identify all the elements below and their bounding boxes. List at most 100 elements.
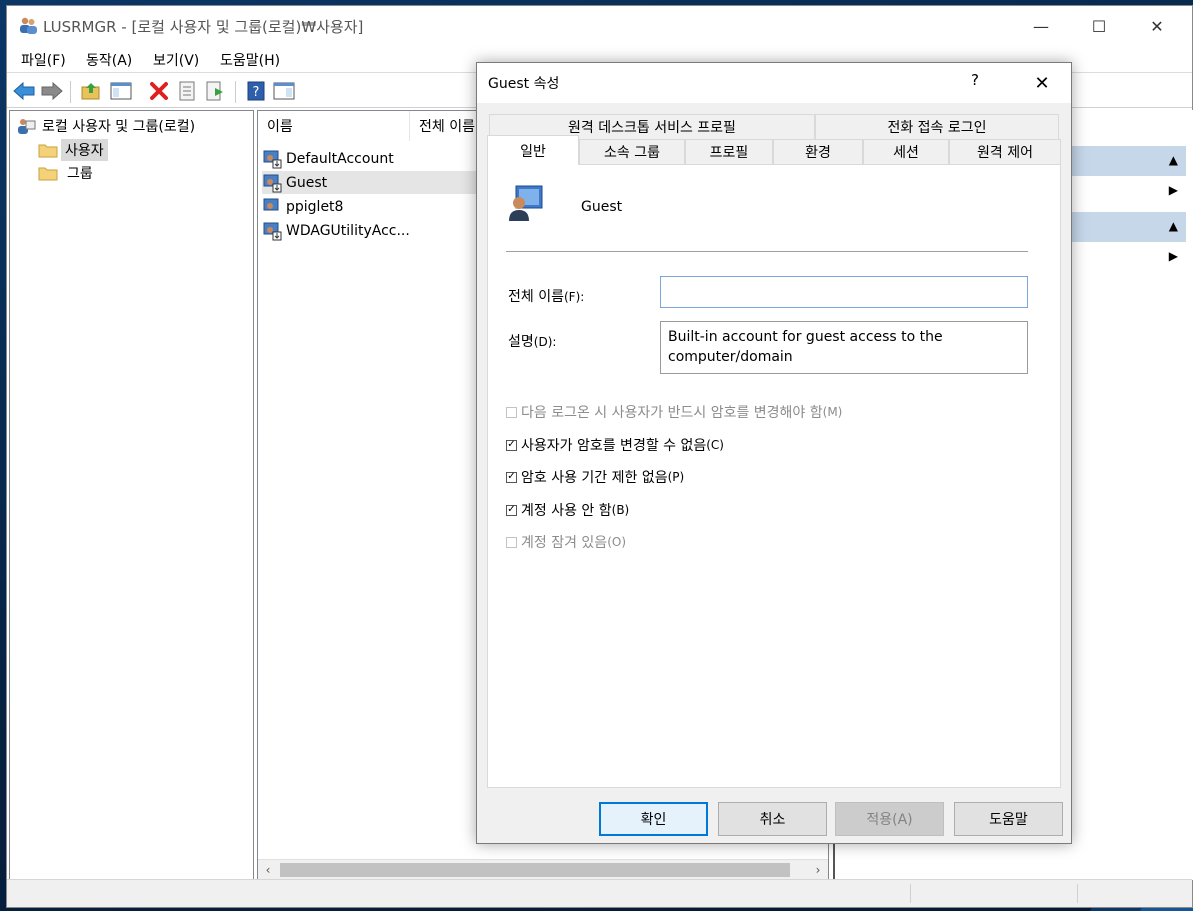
tab-environment[interactable]: 환경: [773, 139, 863, 164]
tree-item-groups[interactable]: 그룹: [38, 162, 93, 184]
checkbox-cannot-change-password[interactable]: ✓ 사용자가 암호를 변경할 수 없음 (C): [506, 435, 724, 455]
user-row-label: ppiglet8: [286, 198, 344, 215]
help-button[interactable]: ?: [244, 79, 268, 103]
full-name-label-text: 전체 이름: [508, 289, 564, 305]
checkbox-account-disabled[interactable]: ✓ 계정 사용 안 함 (B): [506, 500, 629, 520]
tab-label: 프로필: [709, 145, 749, 161]
tab-sessions[interactable]: 세션: [863, 139, 949, 164]
horizontal-scrollbar[interactable]: ‹ ›: [258, 859, 828, 879]
tab-profile[interactable]: 프로필: [685, 139, 773, 164]
checkbox-accelerator: (P): [667, 470, 685, 484]
export-list-button[interactable]: [203, 79, 227, 103]
collapse-icon: ▲: [1168, 153, 1178, 167]
menu-help[interactable]: 도움말(H): [220, 50, 280, 70]
dialog-help-button[interactable]: ?: [971, 71, 979, 89]
close-button[interactable]: ✕: [1128, 6, 1186, 46]
description-label-text: 설명: [508, 334, 534, 350]
description-input[interactable]: Built-in account for guest access to the…: [660, 321, 1028, 374]
delete-icon: [150, 82, 168, 100]
column-header-name[interactable]: 이름: [258, 111, 410, 141]
scroll-left-arrow[interactable]: ‹: [258, 861, 278, 879]
checkbox-label: 사용자가 암호를 변경할 수 없음: [521, 438, 707, 454]
tree-pane: 로컬 사용자 및 그룹(로컬) 사용자 그룹: [9, 110, 254, 880]
checkbox-accelerator: (B): [611, 503, 630, 517]
back-button[interactable]: [12, 79, 36, 103]
show-hide-tree-button[interactable]: [109, 79, 133, 103]
checkbox-label: 암호 사용 기간 제한 없음: [521, 470, 668, 486]
checkbox-box: [506, 536, 517, 548]
user-row-label: DefaultAccount: [286, 150, 394, 167]
expand-icon: ▶: [1168, 183, 1178, 197]
checkbox-label: 다음 로그온 시 사용자가 반드시 암호를 변경해야 함: [521, 405, 823, 421]
tab-dial-in[interactable]: 전화 접속 로그인: [815, 114, 1059, 139]
status-bar: [7, 879, 1192, 907]
user-account-icon: [263, 222, 282, 240]
tree-root-local-users-groups[interactable]: 로컬 사용자 및 그룹(로컬): [16, 115, 195, 137]
properties-button[interactable]: [175, 79, 199, 103]
tab-label: 원격 제어: [977, 145, 1033, 161]
checkbox-label: 계정 잠겨 있음: [521, 535, 608, 551]
tab-general[interactable]: 일반: [487, 135, 579, 165]
toolbar-separator: [235, 81, 236, 103]
column-header-full-name-label: 전체 이름: [419, 119, 475, 135]
tab-member-of[interactable]: 소속 그룹: [579, 139, 685, 164]
window-title: LUSRMGR - [로컬 사용자 및 그룹(로컬)₩사용자]: [43, 18, 364, 36]
tree-item-users-label: 사용자: [61, 139, 108, 161]
checkbox-password-never-expires[interactable]: ✓ 암호 사용 기간 제한 없음 (P): [506, 467, 684, 487]
cancel-button[interactable]: 취소: [718, 802, 827, 836]
user-account-icon: [509, 185, 543, 221]
checkbox-must-change-password[interactable]: 다음 로그온 시 사용자가 반드시 암호를 변경해야 함 (M): [506, 402, 842, 422]
forward-button[interactable]: [40, 79, 64, 103]
checkbox-box: [506, 406, 517, 418]
apply-button[interactable]: 적용(A): [835, 802, 944, 836]
folder-icon: [38, 144, 58, 158]
help-icon: ?: [247, 81, 265, 101]
tab-label: 원격 데스크톱 서비스 프로필: [568, 120, 736, 136]
scroll-thumb[interactable]: [280, 863, 790, 877]
scroll-right-arrow[interactable]: ›: [808, 861, 828, 879]
full-name-input[interactable]: [660, 276, 1028, 308]
maximize-button[interactable]: ☐: [1070, 6, 1128, 46]
expand-icon: ▶: [1168, 249, 1178, 263]
users-groups-icon: [18, 119, 36, 134]
delete-button[interactable]: [147, 79, 171, 103]
divider: [506, 251, 1028, 252]
show-hide-action-pane-icon: [273, 82, 295, 100]
tree-item-users[interactable]: 사용자: [38, 139, 108, 161]
checkbox-account-locked-out[interactable]: 계정 잠겨 있음 (O): [506, 532, 626, 552]
dialog-close-button[interactable]: ✕: [1025, 69, 1059, 97]
toolbar-separator: [70, 81, 71, 103]
user-account-icon: [263, 150, 282, 168]
description-accelerator: (D):: [533, 335, 557, 349]
ok-button[interactable]: 확인: [599, 802, 708, 836]
tab-label: 소속 그룹: [604, 145, 660, 161]
status-bar-cell: [1077, 884, 1078, 903]
menu-action[interactable]: 동작(A): [86, 50, 132, 70]
checkbox-accelerator: (M): [822, 405, 843, 419]
tree-root-label: 로컬 사용자 및 그룹(로컬): [42, 119, 196, 135]
checkbox-label: 계정 사용 안 함: [521, 503, 612, 519]
column-header-name-label: 이름: [267, 119, 293, 135]
minimize-button[interactable]: —: [1012, 6, 1070, 46]
main-titlebar: LUSRMGR - [로컬 사용자 및 그룹(로컬)₩사용자] — ☐ ✕: [7, 6, 1192, 46]
show-hide-tree-icon: [110, 82, 132, 100]
up-folder-icon: [81, 83, 100, 100]
dialog-help-text-button[interactable]: 도움말: [954, 802, 1063, 836]
tab-label: 세션: [893, 145, 919, 161]
export-list-icon: [206, 81, 223, 101]
tab-remote-control[interactable]: 원격 제어: [949, 139, 1061, 164]
checkbox-accelerator: (O): [607, 535, 626, 549]
user-account-icon: [263, 198, 279, 210]
back-icon: [13, 82, 35, 100]
up-folder-button[interactable]: [79, 79, 103, 103]
dialog-title: Guest 속성: [488, 76, 560, 92]
close-icon: ✕: [1150, 16, 1164, 36]
tab-label: 전화 접속 로그인: [887, 120, 987, 136]
menu-file[interactable]: 파일(F): [21, 50, 66, 70]
description-label: 설명(D):: [508, 331, 556, 351]
checkbox-checkmark-icon: ✓: [506, 504, 517, 516]
show-hide-action-pane-button[interactable]: [272, 79, 296, 103]
forward-icon: [41, 82, 63, 100]
general-tab-panel: Guest 전체 이름(F): 설명(D): Built-in account …: [487, 164, 1061, 788]
menu-view[interactable]: 보기(V): [153, 50, 199, 70]
